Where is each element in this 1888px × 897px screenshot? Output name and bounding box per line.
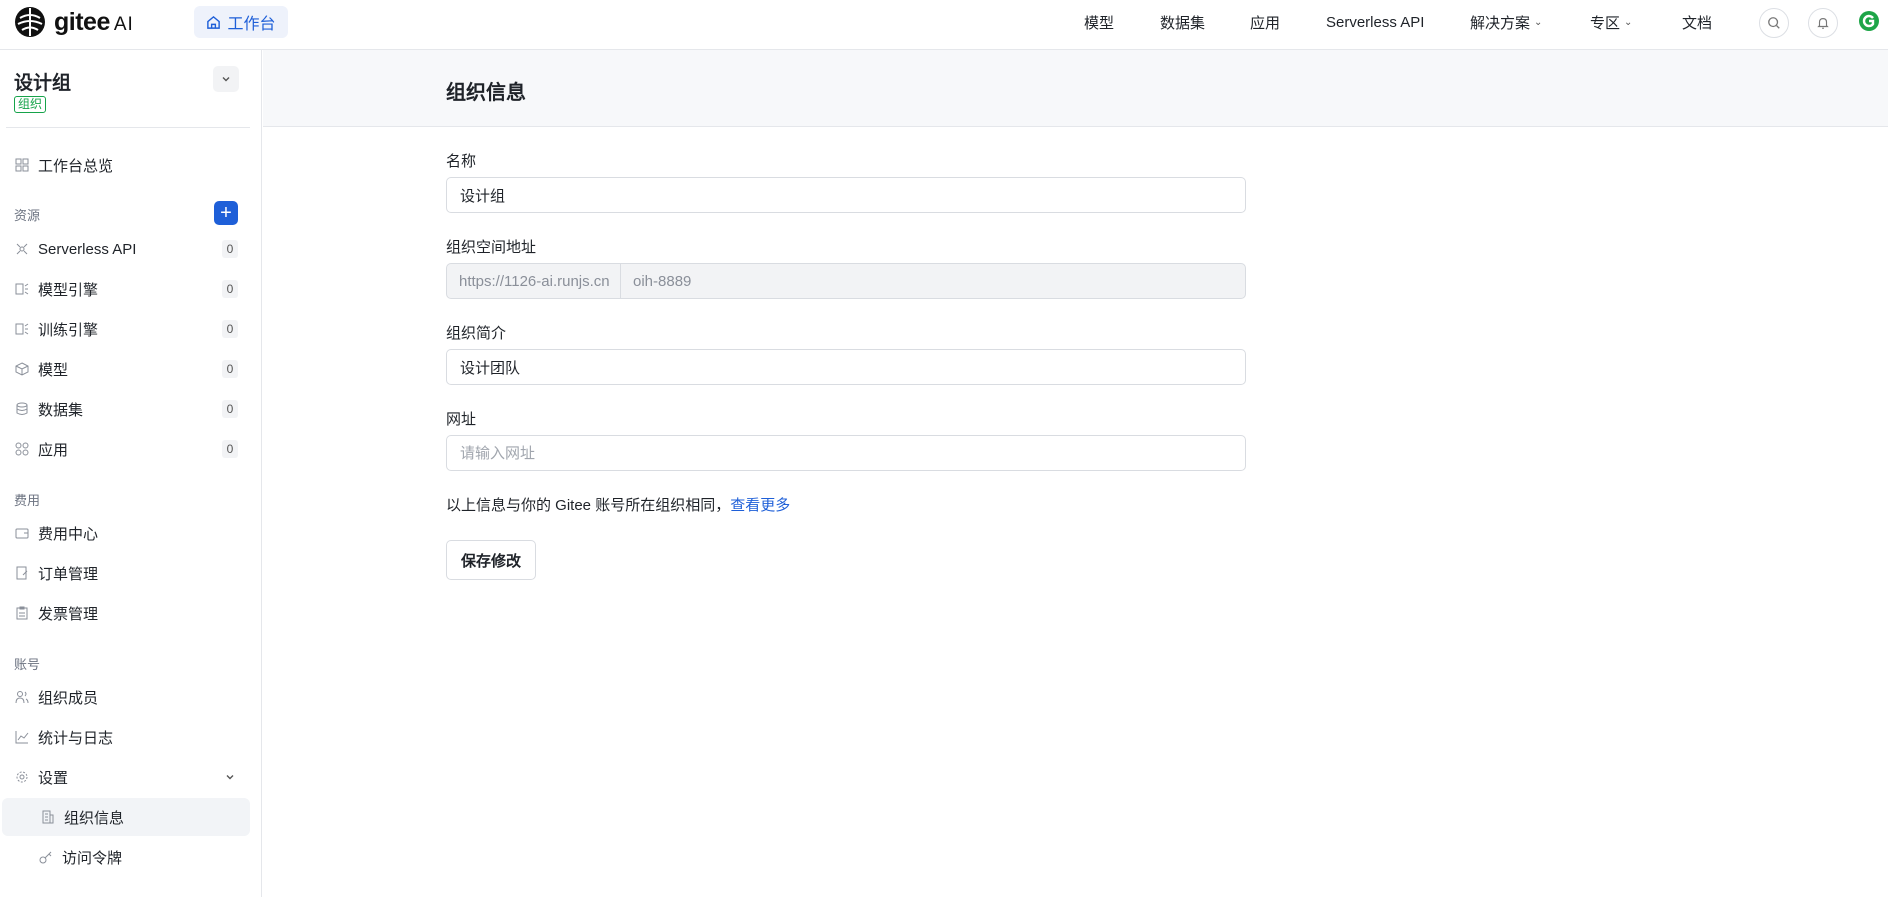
nav-models[interactable]: 模型 (1084, 0, 1114, 44)
gitee-logo[interactable]: gitee AI (14, 6, 134, 38)
search-icon (1768, 17, 1780, 29)
section-account: 账号 (14, 657, 41, 672)
bell-icon (1817, 18, 1829, 29)
address-value: oih-8889 (633, 272, 692, 290)
sidebar-item-members[interactable]: 组织成员 (14, 681, 250, 713)
section-resources: 资源 (14, 208, 41, 223)
sidebar: 设计组 组织 工作台总览 资源 + Serverless API 0 模型引擎 … (0, 50, 262, 897)
sidebar-item-model-engine[interactable]: 模型引擎 0 (14, 273, 250, 305)
sidebar-item-settings[interactable]: 设置 (14, 761, 250, 793)
sidebar-item-access-tokens[interactable]: 访问令牌 (14, 841, 250, 873)
address-prefix: https://1126-ai.runjs.cn (447, 264, 621, 298)
count-badge: 0 (222, 360, 238, 378)
plus-icon: + (220, 202, 232, 224)
clipboard-icon (14, 605, 30, 621)
section-billing: 费用 (14, 493, 41, 508)
apps-icon (14, 441, 30, 457)
edit-document-icon (14, 565, 30, 581)
address-label: 组织空间地址 (446, 239, 537, 256)
count-badge: 0 (222, 400, 238, 418)
view-more-link[interactable]: 查看更多 (730, 497, 790, 514)
nav-serverless-api[interactable]: Serverless API (1326, 0, 1424, 44)
sidebar-item-billing-center[interactable]: 费用中心 (14, 517, 250, 549)
key-icon (38, 849, 54, 865)
sidebar-item-orders[interactable]: 订单管理 (14, 557, 250, 589)
org-name: 设计组 (14, 73, 72, 94)
top-navbar: gitee AI 工作台 模型 数据集 应用 Serverless API 解决方… (0, 0, 1888, 50)
org-switch-button[interactable] (213, 66, 239, 92)
dashboard-icon (14, 157, 30, 173)
sidebar-item-models[interactable]: 模型 0 (14, 353, 250, 385)
logo-text: gitee AI (54, 7, 134, 36)
add-resource-button[interactable]: + (214, 201, 238, 225)
wallet-icon (14, 525, 30, 541)
user-avatar[interactable] (1858, 10, 1880, 32)
search-button[interactable] (1759, 8, 1789, 38)
nav-solutions[interactable]: 解决方案 ⌄ (1470, 0, 1542, 44)
count-badge: 0 (222, 240, 238, 258)
intro-input[interactable] (446, 349, 1246, 385)
page-header: 组织信息 (263, 50, 1888, 127)
home-icon (207, 15, 221, 29)
org-badge: 组织 (14, 96, 47, 113)
name-label: 名称 (446, 153, 477, 170)
chevron-down-icon (226, 775, 234, 780)
nav-docs[interactable]: 文档 (1682, 0, 1712, 44)
chevron-down-icon: ⌄ (1534, 16, 1543, 28)
workbench-label: 工作台 (227, 16, 276, 33)
chevron-down-icon (222, 77, 230, 82)
notification-button[interactable] (1808, 8, 1838, 38)
info-note: 以上信息与你的 Gitee 账号所在组织相同，查看更多 (446, 497, 791, 514)
nav-apps[interactable]: 应用 (1250, 0, 1280, 44)
website-label: 网址 (446, 411, 477, 428)
workbench-button[interactable]: 工作台 (194, 6, 288, 38)
users-icon (14, 689, 30, 705)
website-input[interactable] (446, 435, 1246, 471)
count-badge: 0 (222, 320, 238, 338)
chevron-down-icon: ⌄ (1624, 16, 1633, 28)
sidebar-item-apps[interactable]: 应用 0 (14, 433, 250, 465)
cube-icon (14, 361, 30, 377)
api-icon (14, 241, 30, 257)
sidebar-item-training-engine[interactable]: 训练引擎 0 (14, 313, 250, 345)
address-field: https://1126-ai.runjs.cn oih-8889 (446, 263, 1246, 299)
count-badge: 0 (222, 440, 238, 458)
sidebar-item-stats-logs[interactable]: 统计与日志 (14, 721, 250, 753)
nav-zones[interactable]: 专区 ⌄ (1590, 0, 1632, 44)
sidebar-divider (6, 127, 250, 128)
count-badge: 0 (222, 280, 238, 298)
sidebar-item-org-info[interactable]: 组织信息 (2, 798, 250, 836)
sidebar-item-overview[interactable]: 工作台总览 (14, 149, 250, 181)
gitee-logo-icon (15, 7, 45, 37)
engine-icon (14, 281, 30, 297)
sidebar-item-serverless-api[interactable]: Serverless API 0 (14, 233, 250, 265)
nav-datasets[interactable]: 数据集 (1160, 0, 1205, 44)
engine-icon (14, 321, 30, 337)
sidebar-item-datasets[interactable]: 数据集 0 (14, 393, 250, 425)
gear-icon (14, 769, 30, 785)
intro-label: 组织简介 (446, 325, 507, 342)
database-icon (14, 401, 30, 417)
name-input[interactable] (446, 177, 1246, 213)
chart-line-icon (14, 729, 30, 745)
save-button[interactable]: 保存修改 (446, 540, 536, 580)
sidebar-item-invoices[interactable]: 发票管理 (14, 597, 250, 629)
page-title: 组织信息 (446, 82, 526, 104)
building-icon (40, 809, 56, 825)
